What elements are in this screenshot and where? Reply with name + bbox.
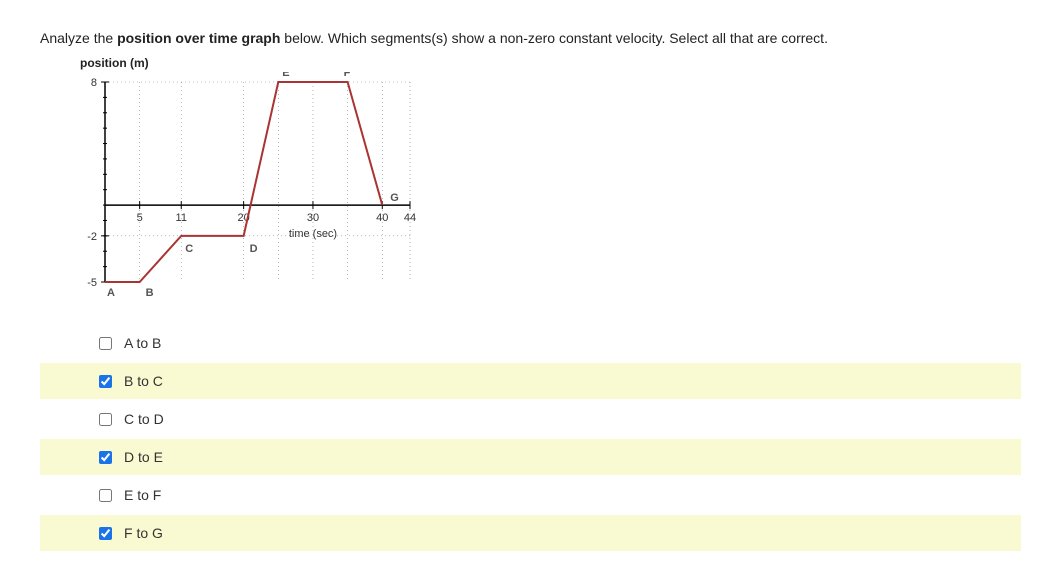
svg-text:E: E [282, 72, 289, 79]
svg-text:-5: -5 [87, 277, 97, 289]
option-checkbox[interactable] [99, 527, 112, 540]
option-label: E to F [124, 487, 161, 503]
svg-text:44: 44 [404, 212, 416, 224]
option-label: A to B [124, 335, 161, 351]
option-checkbox[interactable] [99, 413, 112, 426]
option-label: F to G [124, 525, 163, 541]
option-row: A to B [40, 325, 1021, 361]
position-time-graph: -5-2851120304044ABCDEFGtime (sec) [60, 72, 430, 302]
svg-text:-2: -2 [87, 231, 97, 243]
option-row: E to F [40, 477, 1021, 513]
option-label: B to C [124, 373, 163, 389]
option-label: C to D [124, 411, 164, 427]
svg-text:C: C [185, 243, 193, 255]
option-checkbox[interactable] [99, 337, 112, 350]
svg-text:11: 11 [176, 212, 187, 224]
question-text: Analyze the position over time graph bel… [40, 30, 1021, 46]
option-row: F to G [40, 515, 1021, 551]
svg-text:5: 5 [137, 212, 143, 224]
graph-area: position (m) -5-2851120304044ABCDEFGtime… [60, 56, 1021, 305]
option-checkbox[interactable] [99, 451, 112, 464]
option-row: C to D [40, 401, 1021, 437]
option-row: B to C [40, 363, 1021, 399]
option-row: D to E [40, 439, 1021, 475]
y-axis-label: position (m) [80, 56, 1021, 70]
svg-text:G: G [390, 192, 399, 204]
question-bold: position over time graph [117, 30, 280, 46]
svg-text:40: 40 [376, 212, 388, 224]
svg-text:A: A [107, 287, 115, 299]
answer-options: A to B B to C C to D D to E E to F F to G [40, 325, 1021, 551]
svg-text:F: F [344, 72, 351, 79]
svg-text:time (sec): time (sec) [289, 228, 337, 240]
option-label: D to E [124, 449, 163, 465]
question-post: below. Which segments(s) show a non-zero… [280, 30, 828, 46]
option-checkbox[interactable] [99, 375, 112, 388]
question-pre: Analyze the [40, 30, 117, 46]
svg-text:8: 8 [91, 77, 97, 89]
svg-text:B: B [146, 287, 154, 299]
svg-text:D: D [250, 243, 258, 255]
svg-text:30: 30 [307, 212, 319, 224]
option-checkbox[interactable] [99, 489, 112, 502]
